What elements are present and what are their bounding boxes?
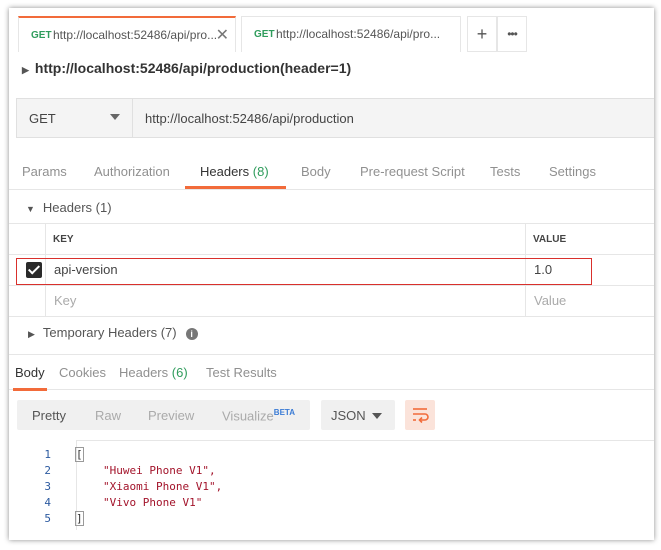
key-cell: Key [46, 286, 526, 316]
value-column-header: VALUE [526, 224, 654, 254]
line-number: 1 [44, 448, 51, 461]
tab-authorization[interactable]: Authorization [94, 164, 170, 179]
line-number: 3 [44, 480, 51, 493]
request-bar: GET http://localhost:52486/api/productio… [16, 98, 654, 138]
info-icon[interactable]: i [185, 328, 198, 340]
tab-url: http://localhost:52486/api/pro... [276, 27, 441, 41]
table-row-new: Key Value [9, 286, 654, 317]
key-col-label: KEY [53, 234, 74, 245]
tab-cookies[interactable]: Cookies [59, 365, 106, 380]
active-tab-indicator [185, 186, 286, 189]
wrap-lines-button[interactable] [405, 400, 435, 430]
tab-body[interactable]: Body [301, 164, 331, 179]
language-label: JSON [331, 408, 366, 423]
request-tab-active[interactable]: GET http://localhost:52486/api/pro... ✕ [18, 16, 236, 52]
postman-window: GET http://localhost:52486/api/pro... ✕ … [9, 8, 654, 540]
tab-label: Body [301, 164, 331, 179]
checkbox-column [9, 224, 46, 254]
method-label: GET [29, 111, 56, 126]
visualize-label: Visualize [222, 408, 274, 424]
tab-response-headers[interactable]: Headers (6) [119, 365, 188, 380]
value-col-label: VALUE [533, 234, 567, 245]
tab-label: Authorization [94, 164, 170, 179]
breadcrumb-title: http://localhost:52486/api/production(he… [34, 60, 352, 76]
tab-params[interactable]: Params [22, 164, 67, 179]
preview-button[interactable]: Preview [148, 408, 194, 423]
tab-method: GET [254, 29, 275, 40]
new-value-input[interactable]: Value [526, 286, 654, 308]
response-tabs: Body Cookies Headers (6) Test Results [9, 354, 654, 391]
tab-label: Params [22, 164, 67, 179]
value-cell: Value [526, 286, 654, 316]
tab-count: (6) [171, 365, 188, 380]
tab-label: Headers [119, 365, 169, 380]
method-select[interactable]: GET [17, 99, 133, 137]
add-tab-button[interactable]: + [467, 16, 497, 52]
caret-down-icon: ▼ [26, 204, 35, 214]
headers-section-toggle[interactable]: ▼ Headers (1) [26, 200, 112, 215]
request-tab[interactable]: GET http://localhost:52486/api/pro... [241, 16, 461, 52]
tab-settings[interactable]: Settings [549, 164, 596, 179]
tab-label: Body [15, 365, 45, 380]
pretty-button[interactable]: Pretty [32, 408, 66, 423]
language-select[interactable]: JSON [321, 400, 395, 430]
chevron-right-icon[interactable]: ▶ [22, 65, 29, 75]
more-tabs-button[interactable]: ••• [497, 16, 527, 52]
code-text: "Huwei Phone V1", [103, 464, 216, 477]
format-toggle-group: Pretty Raw Preview VisualizeBETA [17, 400, 310, 430]
beta-badge: BETA [273, 408, 295, 417]
close-icon[interactable]: ✕ [216, 25, 229, 45]
tab-label: Pre-request Script [360, 164, 465, 179]
tab-url: http://localhost:52486/api/pro... [53, 28, 218, 42]
wrap-icon [413, 408, 429, 424]
tab-label: Cookies [59, 365, 106, 380]
caret-right-icon: ▶ [28, 329, 35, 339]
raw-button[interactable]: Raw [95, 408, 121, 423]
request-tabs: Params Authorization Headers (8) Body Pr… [9, 158, 654, 190]
tab-response-body[interactable]: Body [15, 365, 45, 380]
line-number: 5 [44, 512, 51, 525]
line-number: 4 [44, 496, 51, 509]
highlight-box [16, 258, 592, 285]
code-text: ] [75, 511, 84, 526]
url-input[interactable]: http://localhost:52486/api/production [145, 111, 354, 126]
headers-section-title: Headers (1) [42, 200, 112, 215]
tab-headers[interactable]: Headers (8) [200, 164, 269, 179]
response-body-editor[interactable]: 1 [ 2 "Huwei Phone V1", 3 "Xiaomi Phone … [9, 440, 654, 530]
code-text: [ [75, 447, 84, 462]
key-column-header: KEY [46, 224, 526, 254]
visualize-button[interactable]: VisualizeBETA [222, 408, 295, 423]
editor-divider [76, 440, 654, 441]
tab-label: Test Results [206, 365, 277, 380]
tab-count: (8) [252, 164, 269, 179]
tab-test-results[interactable]: Test Results [206, 365, 277, 380]
temporary-headers-toggle[interactable]: ▶ Temporary Headers (7) i [28, 325, 198, 340]
code-text: "Xiaomi Phone V1", [103, 480, 223, 493]
tab-method: GET [31, 30, 52, 41]
tab-bar: GET http://localhost:52486/api/pro... ✕ … [9, 16, 654, 52]
temporary-headers-title: Temporary Headers (7) [42, 325, 177, 340]
tab-label: Headers [200, 164, 250, 179]
new-key-input[interactable]: Key [46, 286, 525, 308]
line-number: 2 [44, 464, 51, 477]
tab-label: Tests [490, 164, 521, 179]
active-tab-indicator [13, 388, 47, 391]
code-text: "Vivo Phone V1" [103, 496, 203, 509]
tab-tests[interactable]: Tests [490, 164, 520, 179]
tab-pre-request-script[interactable]: Pre-request Script [360, 164, 465, 179]
chevron-down-icon [372, 413, 382, 419]
checkbox-cell [9, 286, 46, 316]
chevron-down-icon [110, 114, 120, 120]
breadcrumb: ▶ http://localhost:52486/api/production(h… [22, 60, 351, 76]
table-header-row: KEY VALUE [9, 224, 654, 255]
tab-label: Settings [549, 164, 596, 179]
